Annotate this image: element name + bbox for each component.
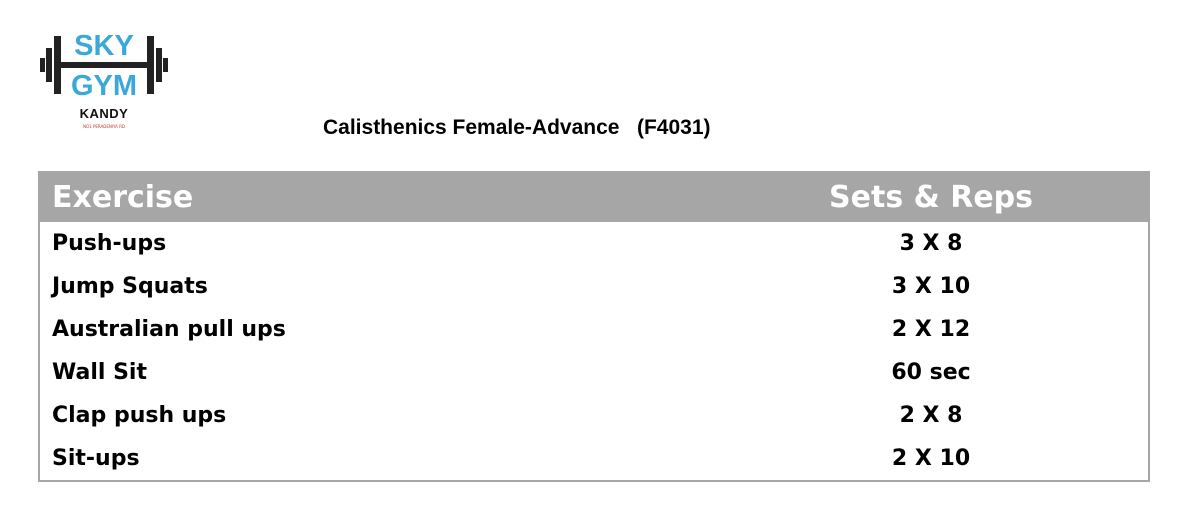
exercise-cell: Push-ups <box>52 231 167 256</box>
sets-reps-cell: 3 X 8 <box>899 231 963 256</box>
page-title: Calisthenics Female-Advance (F4031) <box>323 116 711 139</box>
table-row: Wall Sit 60 sec <box>39 351 1149 394</box>
table-row: Australian pull ups 2 X 12 <box>39 308 1149 351</box>
exercise-cell: Jump Squats <box>52 274 208 299</box>
logo-tagline: NO1 PERADENIYA RD <box>82 124 126 129</box>
exercise-cell: Australian pull ups <box>52 317 286 342</box>
logo-city: KANDY <box>79 106 129 121</box>
sets-reps-cell: 2 X 10 <box>891 446 971 471</box>
workout-table: Exercise Sets & Reps Push-ups 3 X 8 Jump… <box>38 171 1150 482</box>
sets-reps-cell: 2 X 12 <box>891 317 971 342</box>
table-row: Push-ups 3 X 8 <box>39 222 1149 265</box>
column-header-sets-reps: Sets & Reps <box>394 172 1149 222</box>
exercise-cell: Clap push ups <box>52 403 227 428</box>
table-row: Clap push ups 2 X 8 <box>39 394 1149 437</box>
logo-line2: GYM <box>71 70 137 102</box>
exercise-cell: Wall Sit <box>52 360 147 385</box>
exercise-cell: Sit-ups <box>52 446 140 471</box>
table-header-row: Exercise Sets & Reps <box>39 172 1149 222</box>
sets-reps-cell: 2 X 8 <box>899 403 963 428</box>
dumbbell-logo-icon: SKY GYM <box>40 30 168 102</box>
table-row: Jump Squats 3 X 10 <box>39 265 1149 308</box>
table-row: Sit-ups 2 X 10 <box>39 437 1149 481</box>
sets-reps-cell: 3 X 10 <box>891 274 971 299</box>
sets-reps-cell: 60 sec <box>891 360 971 385</box>
gym-logo: SKY GYM KANDY NO1 PERADENIYA RD <box>36 24 172 136</box>
logo-line1: SKY <box>74 30 134 62</box>
column-header-exercise: Exercise <box>39 172 395 222</box>
